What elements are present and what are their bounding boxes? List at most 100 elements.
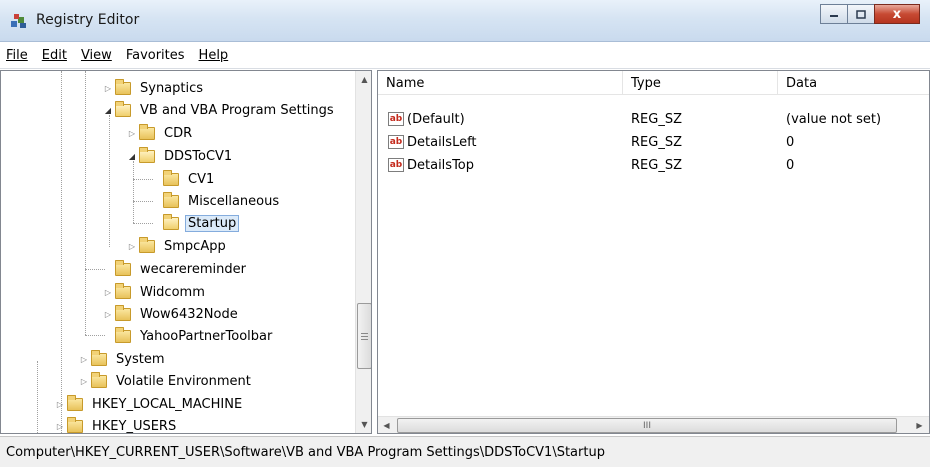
tree-item-label: CDR [164, 125, 193, 141]
tree-item-wow6432node[interactable]: ▷ Wow6432Node [103, 303, 241, 325]
menu-file[interactable]: File [6, 48, 28, 63]
folder-icon [139, 123, 155, 140]
menu-view[interactable]: View [81, 48, 112, 63]
value-type: REG_SZ [631, 157, 682, 173]
expand-icon[interactable]: ▷ [55, 399, 65, 409]
string-value-icon: ab [388, 112, 404, 126]
collapse-icon[interactable]: ◢ [127, 151, 137, 161]
scroll-right-icon[interactable]: ▶ [911, 417, 928, 433]
value-name-cell: ab DetailsLeft [388, 131, 477, 153]
value-type: REG_SZ [631, 111, 682, 127]
tree-item-yahoopartnertoolbar[interactable]: YahooPartnerToolbar [115, 325, 275, 347]
values-list[interactable]: Name Type Data ab (Default) REG_SZ (valu… [377, 70, 930, 434]
tree-item-startup[interactable]: Startup [163, 212, 240, 234]
expand-icon[interactable]: ▷ [103, 83, 113, 93]
tree-item-label: YahooPartnerToolbar [140, 328, 273, 344]
tree-item-label: Miscellaneous [188, 193, 280, 209]
value-data: 0 [786, 134, 795, 150]
tree-item-label: VB and VBA Program Settings [140, 102, 334, 118]
tree-line [85, 335, 105, 336]
value-data: (value not set) [786, 111, 882, 127]
minimize-button[interactable] [820, 4, 848, 24]
tree-line [133, 201, 153, 202]
column-header-type[interactable]: Type [623, 71, 778, 95]
close-button[interactable]: x [874, 4, 920, 24]
tree-item-volatile-environment[interactable]: ▷ Volatile Environment [79, 370, 254, 392]
expand-icon[interactable]: ▷ [127, 128, 137, 138]
close-icon: x [892, 6, 902, 22]
tree-item-wecarereminder[interactable]: wecarereminder [115, 258, 249, 280]
tree-line [85, 71, 86, 335]
tree-item-label: wecarereminder [140, 261, 246, 277]
tree-item-label: DDSToCV1 [164, 148, 233, 164]
expand-icon[interactable]: ▷ [79, 354, 89, 364]
tree-item-smpcapp[interactable]: ▷ SmpcApp [127, 235, 229, 257]
tree-item-cv1[interactable]: CV1 [163, 168, 217, 190]
tree-item-miscellaneous[interactable]: Miscellaneous [163, 190, 282, 212]
tree-line [133, 179, 153, 180]
expand-icon[interactable]: ▷ [79, 376, 89, 386]
expand-icon[interactable]: ▷ [127, 241, 137, 251]
menu-help[interactable]: Help [199, 48, 229, 63]
tree-vertical-scrollbar[interactable]: ▲ ▼ [355, 71, 371, 433]
maximize-button[interactable] [847, 4, 875, 24]
value-name: DetailsLeft [407, 134, 477, 150]
tree-line [61, 71, 62, 433]
expand-icon[interactable]: ▷ [103, 287, 113, 297]
grip-icon [361, 332, 368, 340]
expand-icon[interactable]: ▷ [103, 309, 113, 319]
value-name-cell: ab (Default) [388, 108, 465, 130]
tree-item-synaptics[interactable]: ▷ Synaptics [103, 77, 206, 99]
tree-item-ddstocv1[interactable]: ◢ DDSToCV1 [127, 145, 235, 167]
tree-item-hkey-users[interactable]: ▷ HKEY_USERS [55, 415, 179, 434]
tree-item-label: Volatile Environment [116, 373, 251, 389]
folder-icon [91, 349, 107, 366]
scroll-left-icon[interactable]: ◀ [378, 417, 395, 433]
list-horizontal-scrollbar[interactable]: ◀ III ▶ [378, 416, 929, 433]
folder-icon [115, 282, 131, 299]
maximize-icon [856, 9, 866, 19]
tree-item-widcomm[interactable]: ▷ Widcomm [103, 281, 208, 303]
window-title: Registry Editor [36, 12, 140, 28]
folder-icon [163, 169, 179, 186]
folder-icon [115, 304, 131, 321]
current-key-path: Computer\HKEY_CURRENT_USER\Software\VB a… [6, 444, 605, 460]
tree-line [85, 269, 105, 270]
folder-icon [139, 236, 155, 253]
expand-icon[interactable]: ▷ [55, 421, 65, 431]
status-bar: Computer\HKEY_CURRENT_USER\Software\VB a… [0, 436, 930, 467]
list-item[interactable]: ab (Default) REG_SZ (value not set) [378, 108, 929, 130]
tree-item-hkey-local-machine[interactable]: ▷ HKEY_LOCAL_MACHINE [55, 393, 245, 415]
scroll-thumb[interactable] [357, 303, 371, 369]
list-item[interactable]: ab DetailsTop REG_SZ 0 [378, 154, 929, 176]
column-header-data[interactable]: Data [778, 71, 929, 95]
list-item[interactable]: ab DetailsLeft REG_SZ 0 [378, 131, 929, 153]
tree-line [133, 161, 134, 223]
scroll-up-icon[interactable]: ▲ [356, 71, 371, 88]
folder-open-icon [139, 146, 155, 163]
column-header-name[interactable]: Name [378, 71, 623, 95]
menu-favorites[interactable]: Favorites [126, 48, 185, 63]
tree-item-label: SmpcApp [164, 238, 226, 254]
collapse-icon[interactable]: ◢ [103, 105, 113, 115]
title-bar: Registry Editor x [0, 0, 930, 42]
tree-item-system[interactable]: ▷ System [79, 348, 167, 370]
scroll-down-icon[interactable]: ▼ [356, 416, 371, 433]
tree-line [37, 361, 38, 433]
tree-item-label: HKEY_USERS [92, 418, 177, 434]
tree-item-label: Startup [185, 214, 240, 232]
string-value-icon: ab [388, 135, 404, 149]
scroll-thumb[interactable]: III [397, 418, 897, 433]
tree-item-vb-and-vba-program-settings[interactable]: ◢ VB and VBA Program Settings [103, 99, 337, 121]
tree-item-label: Wow6432Node [140, 306, 238, 322]
grip-icon: III [643, 420, 651, 431]
menu-edit[interactable]: Edit [42, 48, 67, 63]
value-name: (Default) [407, 111, 465, 127]
folder-icon [115, 78, 131, 95]
folder-icon [163, 191, 179, 208]
list-header: Name Type Data [378, 71, 929, 95]
tree-item-cdr[interactable]: ▷ CDR [127, 122, 195, 144]
folder-open-icon [115, 100, 131, 117]
registry-tree[interactable]: ▷ Synaptics ◢ VB and VBA Program Setting… [0, 70, 372, 434]
folder-icon [115, 326, 131, 343]
